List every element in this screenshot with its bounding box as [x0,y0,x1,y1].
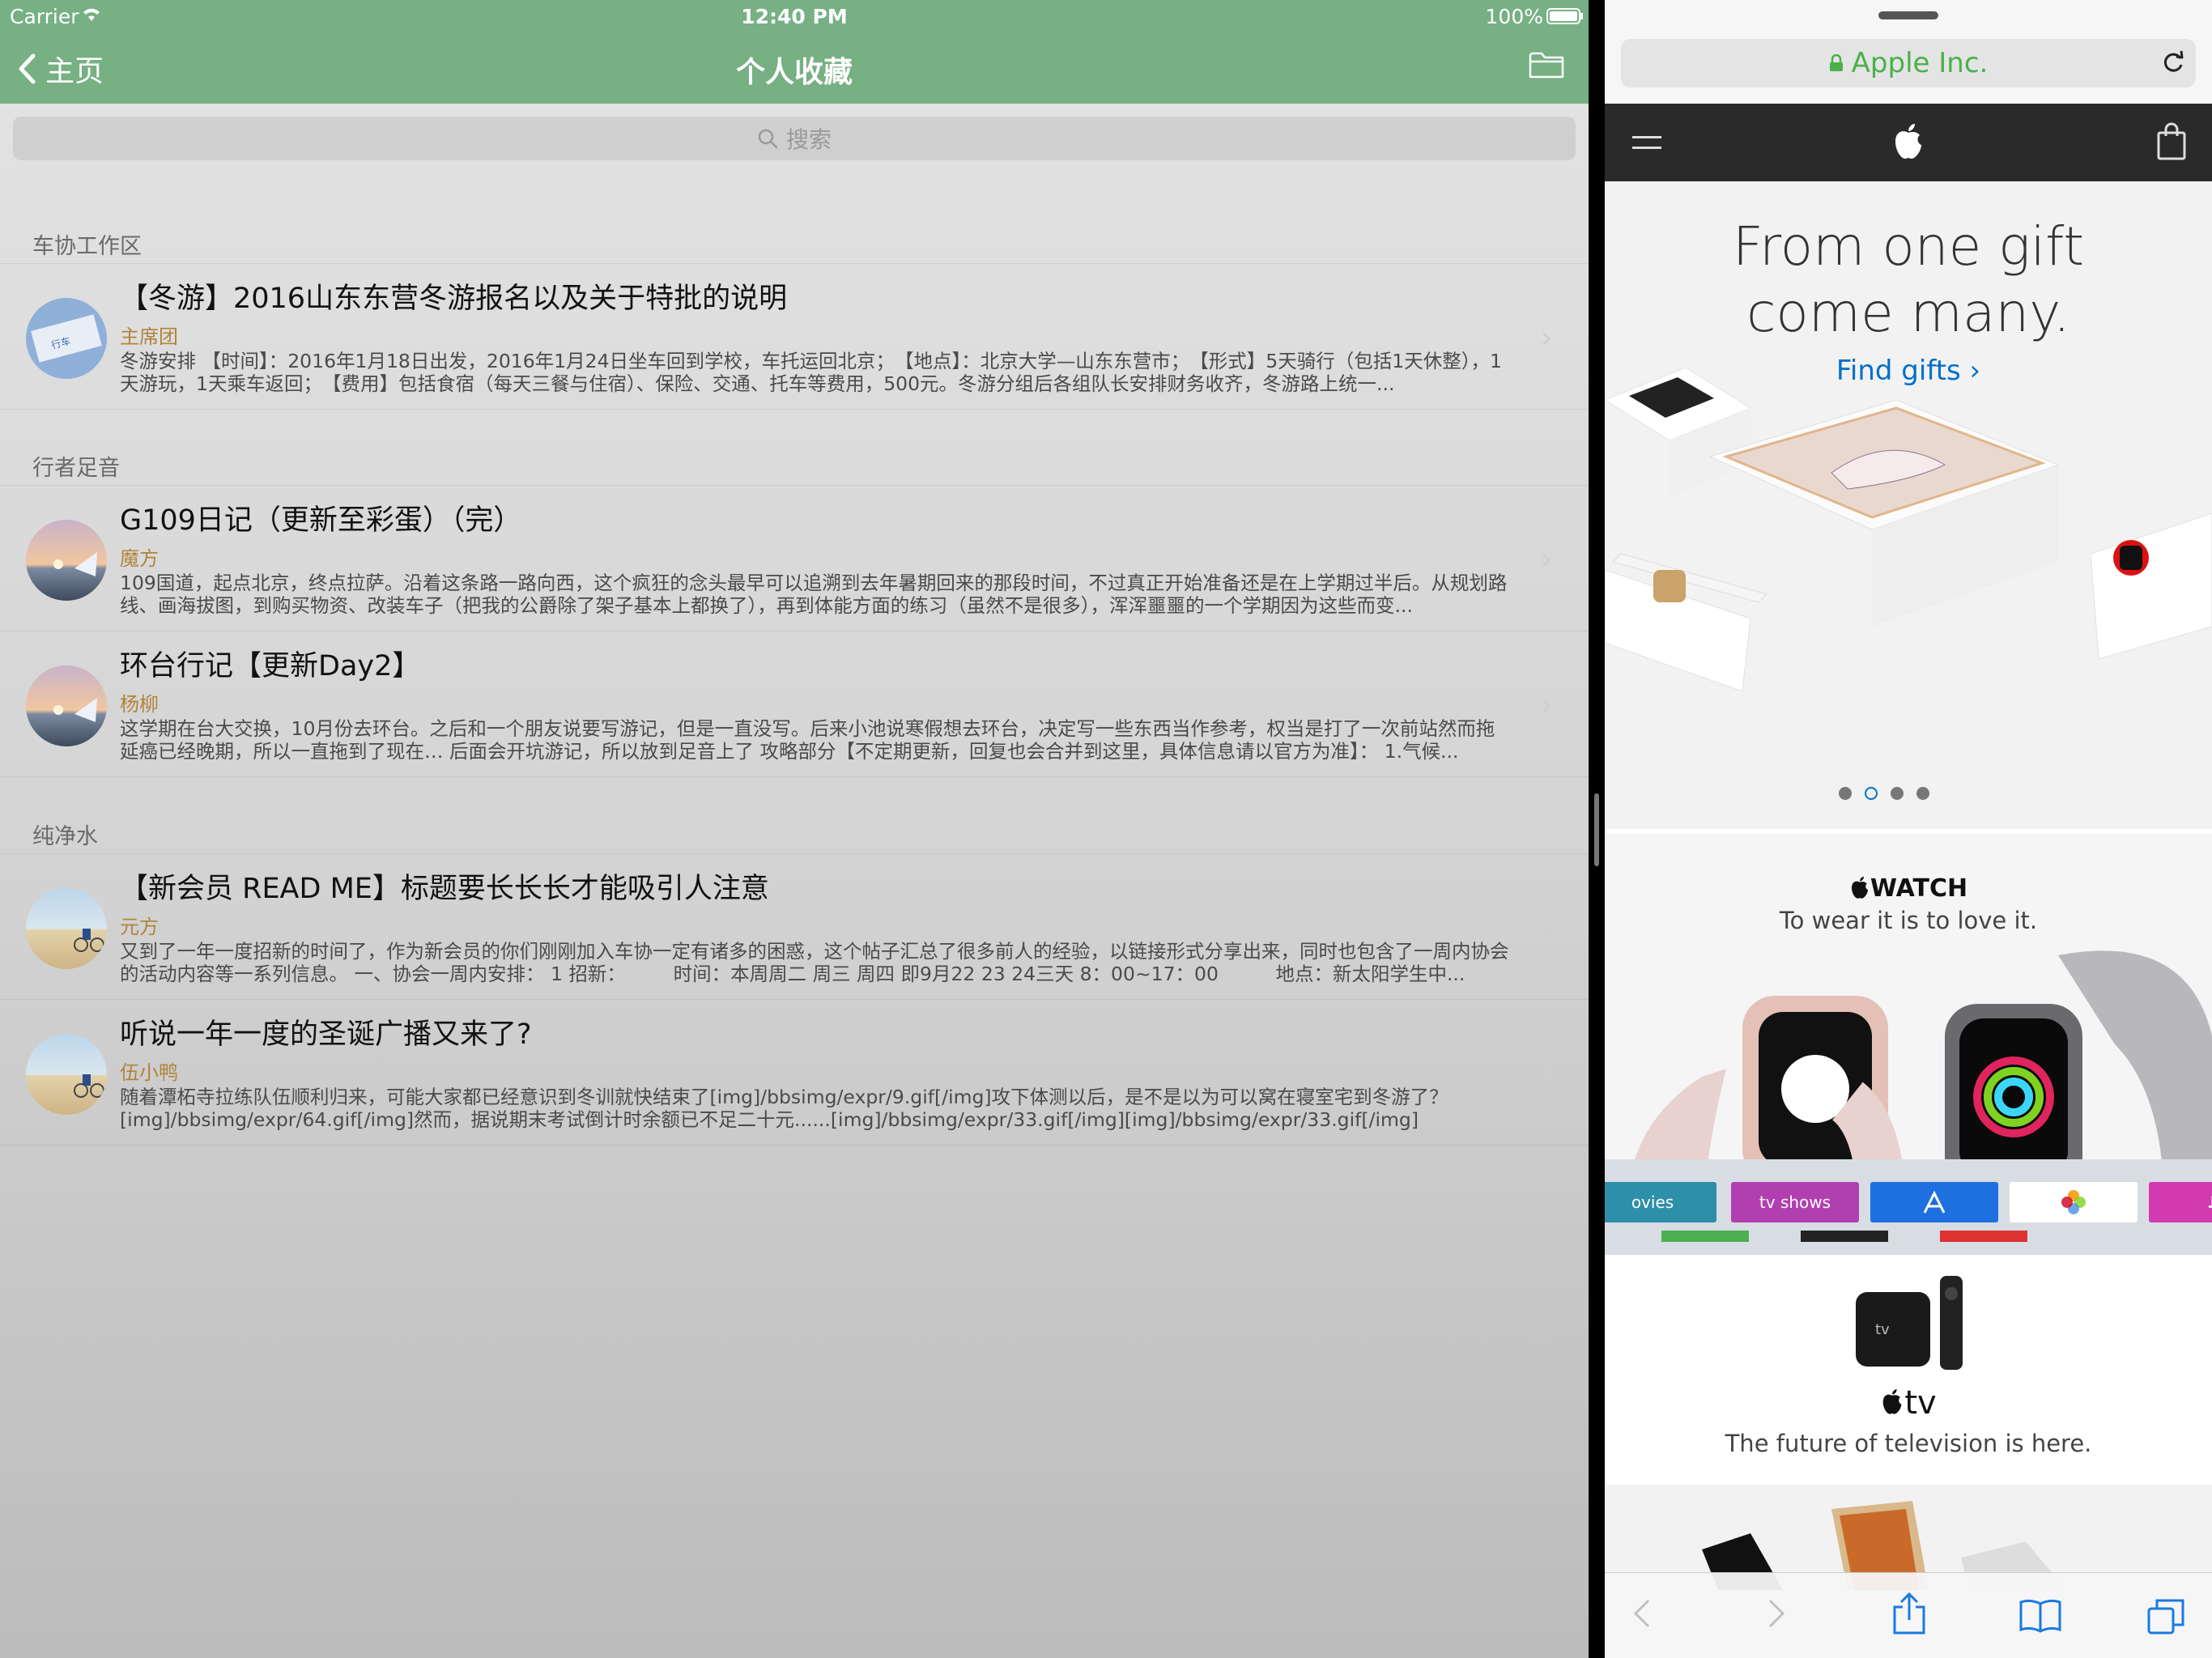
photos-icon [2061,1190,2086,1214]
hero-heading-line-2: come many. [1746,282,2070,344]
avatar [26,665,107,746]
menu-icon[interactable] [1632,133,1661,152]
split-view-divider [1589,0,1605,1658]
chevron-right-icon: › [1540,541,1553,578]
split-view-handle[interactable] [1594,793,1599,866]
appletv-app-tiles: ovies tv shows ♫ [1605,1159,2212,1255]
url-title: Apple Inc. [1851,47,1989,79]
watch-tagline: To wear it is to love it. [1779,907,2038,934]
forward-arrow-icon[interactable] [1767,1597,1786,1630]
apple-tv-promo[interactable]: tv tv The future of television is here. [1605,1256,2212,1483]
hero-heading: From one gift come many. [1605,214,2212,346]
bookmarks-icon[interactable] [2018,1597,2063,1633]
list-item[interactable]: G109日记（更新至彩蛋）（完） 魔方 109国道，起点北京，终点拉萨。沿着这条… [0,486,1589,631]
status-time: 12:40 PM [741,5,848,28]
apple-logo-icon [1882,1389,1902,1414]
search-icon [758,129,778,149]
gift-hero: From one gift come many. Find gifts › [1605,181,2212,829]
post-snippet: 冬游安排 【时间】：2016年1月18日出发，2016年1月24日坐车回到学校，… [120,350,1502,395]
safari-header: Apple Inc. [1605,0,2212,104]
apple-site-nav [1605,104,2212,181]
back-label: 主页 [45,55,104,88]
page-title: 个人收藏 [735,56,853,89]
apple-tv-device-image: tv [1856,1276,1963,1370]
section-header: 车协工作区 [0,219,1589,264]
tile-movies-label: ovies [1631,1192,1674,1212]
post-snippet: 109国道，起点北京，终点拉萨。沿着这条路一路向西，这个疯狂的念头最早可以追溯到… [120,572,1508,617]
reload-icon[interactable] [2159,47,2188,76]
post-title: G109日记（更新至彩蛋）（完） [120,504,522,537]
back-arrow-icon[interactable] [1632,1597,1652,1630]
share-icon[interactable] [1891,1592,1927,1635]
favorites-app: Carrier 12:40 PM 100% 主页 个人收藏 搜索 车协工作区 行… [0,0,1589,1658]
gift-boxes-image [1605,367,2212,692]
tile-tvshows-label: tv shows [1759,1192,1831,1212]
post-author: 元方 [120,916,159,938]
chevron-right-icon: › [1540,687,1553,724]
apple-logo-icon [1851,876,1868,899]
shopping-bag-icon[interactable] [2157,121,2186,160]
list-item[interactable]: 听说一年一度的圣诞广播又来了? 伍小鸭 随着潭柘寺拉练队伍顺利归来，可能大家都已… [0,1000,1589,1146]
folder-icon[interactable] [1529,50,1564,79]
search-placeholder: 搜索 [785,126,832,153]
post-snippet: 随着潭柘寺拉练队伍顺利归来，可能大家都已经意识到冬训就快结束了[img]/bbs… [120,1086,1448,1131]
hero-heading-line-1: From one gift [1732,215,2085,278]
carousel-dot[interactable] [1891,787,1904,800]
chevron-right-icon: › [1540,319,1553,356]
post-snippet: 又到了一年一度招新的时间了，作为新会员的你们刚刚加入车协一定有诸多的困惑，这个帖… [120,940,1509,985]
post-author: 魔方 [120,547,159,570]
nav-bar: Carrier 12:40 PM 100% 主页 个人收藏 [0,0,1589,104]
safari-toolbar [1605,1572,2212,1658]
post-title: 【冬游】2016山东东营冬游报名以及关于特批的说明 [120,283,788,315]
chevron-right-icon: › [1540,1055,1553,1092]
section-workspace: 车协工作区 行车 【冬游】2016山东东营冬游报名以及关于特批的说明 主席团 冬… [0,219,1589,410]
section-pure-water: 纯净水 【新会员 READ ME】标题要长长长才能吸引人注意 元方 又到了一年一… [0,809,1589,1146]
carousel-dot-active[interactable] [1865,787,1878,800]
avatar [26,520,107,601]
list-item[interactable]: 【新会员 READ ME】标题要长长长才能吸引人注意 元方 又到了一年一度招新的… [0,854,1589,1000]
watch-logo-text: WATCH [1870,874,1968,903]
list-item[interactable]: 行车 【冬游】2016山东东营冬游报名以及关于特批的说明 主席团 冬游安排 【时… [0,264,1589,410]
carousel-dot[interactable] [1839,787,1852,800]
apple-tv-tagline: The future of television is here. [1725,1430,2092,1457]
post-title: 听说一年一度的圣诞广播又来了? [120,1018,532,1051]
section-header: 纯净水 [0,809,1589,854]
address-bar[interactable]: Apple Inc. [1621,39,2196,87]
post-author: 杨柳 [120,693,159,716]
appstore-icon [1923,1190,1946,1214]
carousel-dot[interactable] [1916,787,1929,800]
chevron-right-icon: › [1540,909,1553,946]
section-footsteps: 行者足音 G109日记（更新至彩蛋）（完） 魔方 109国道，起点北京，终点拉萨… [0,440,1589,777]
tabs-icon[interactable] [2146,1597,2186,1638]
post-snippet: 这学期在台大交换，10月份去环台。之后和一个朋友说要写游记，但是一直没写。后来小… [120,717,1495,763]
battery-percent: 100% [1485,5,1543,28]
post-author: 主席团 [120,325,178,348]
tile-photos [2010,1182,2138,1222]
back-button[interactable]: 主页 [18,49,104,89]
post-title: 环台行记【更新Day2】 [120,650,421,682]
post-author: 伍小鸭 [120,1061,178,1084]
tile-appstore [1870,1182,1998,1222]
tile-music: ♫ [2149,1182,2212,1222]
apple-tv-logo: tv [1605,1384,2212,1422]
list-item[interactable]: 环台行记【更新Day2】 杨柳 这学期在台大交换，10月份去环台。之后和一个朋友… [0,631,1589,777]
apple-tv-logo-text: tv [1904,1384,1937,1422]
watch-logo: WATCH [1605,874,2212,903]
tile-tvshows: tv shows [1731,1182,1859,1222]
battery-icon [1546,8,1583,24]
search-input[interactable]: 搜索 [13,117,1576,160]
chevron-left-icon [19,53,36,84]
lock-icon [1829,54,1843,71]
avatar: 行车 [26,298,107,379]
safari-pane: Apple Inc. From one gift come many. Find… [1605,0,2212,1658]
section-header: 行者足音 [0,440,1589,486]
post-title: 【新会员 READ ME】标题要长长长才能吸引人注意 [120,873,769,905]
avatar [26,888,107,969]
apple-logo-icon[interactable] [1892,121,1925,160]
svg-text:tv: tv [1875,1321,1890,1338]
tile-movies: ovies [1605,1182,1716,1222]
avatar [26,1034,107,1115]
slide-over-grabber[interactable] [1878,11,1938,19]
